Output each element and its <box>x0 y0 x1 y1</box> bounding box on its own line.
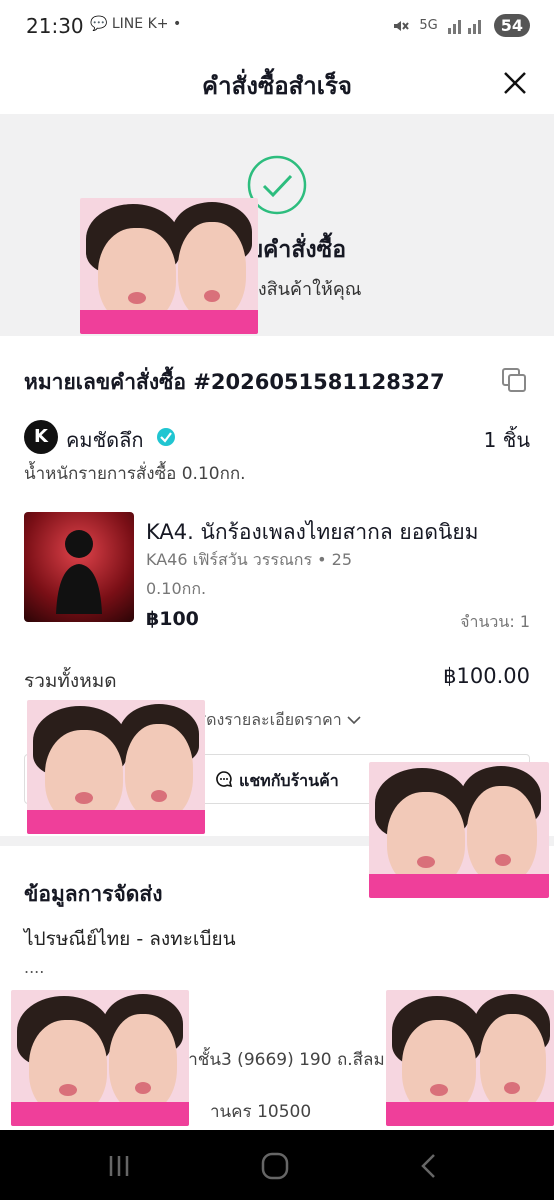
address-line-2: านคร 10500 <box>210 1102 312 1122</box>
notification-icons: 💬 LINE K+ • <box>90 16 182 32</box>
home-icon[interactable] <box>260 1152 290 1180</box>
battery-badge: 54 <box>493 14 530 37</box>
page-title: คำสั่งซื้อสำเร็จ <box>202 72 352 100</box>
face-sticker <box>11 990 189 1126</box>
order-weight: น้ำหนักรายการสั่งซื้อ 0.10กก. <box>24 464 246 484</box>
product-image[interactable] <box>24 512 134 622</box>
system-nav-bar <box>0 1130 554 1200</box>
product-weight: 0.10กก. <box>146 579 207 598</box>
price-detail-toggle[interactable]: แสดงรายละเอียดราคา <box>186 708 361 733</box>
product-name[interactable]: KA4. นักร้องเพลงไทยสากล ยอดนิยม <box>146 516 478 549</box>
face-sticker <box>369 762 549 898</box>
status-indicators: 5G 54 <box>391 14 530 37</box>
product-quantity: จำนวน: 1 <box>460 612 530 631</box>
address-line-1: งยาชั้น3 (9669) 190 ถ.สีลม <box>170 1050 385 1070</box>
product-price: ฿100 <box>146 608 199 630</box>
signal-icon <box>447 19 481 34</box>
order-number: หมายเลขคำสั่งซื้อ #2026051581128327 <box>24 370 445 394</box>
status-time: 21:30 <box>26 14 84 38</box>
status-bar: 21:30 💬 LINE K+ • 5G 54 <box>0 0 554 52</box>
shop-name: คมชัดลึก <box>66 428 144 452</box>
shop-avatar: K <box>24 420 58 454</box>
face-sticker <box>27 700 205 834</box>
total-value: ฿100.00 <box>443 664 530 688</box>
chat-bubble-icon <box>216 771 233 788</box>
copy-icon[interactable] <box>500 366 528 394</box>
face-sticker <box>386 990 554 1126</box>
person-silhouette-icon <box>56 530 102 614</box>
network-label: 5G <box>419 18 438 33</box>
close-icon[interactable] <box>502 70 528 96</box>
shipping-method: ไปรษณีย์ไทย - ลงทะเบียน <box>24 928 236 950</box>
mute-icon <box>394 20 410 31</box>
shipping-title: ข้อมูลการจัดส่ง <box>24 882 163 906</box>
recent-apps-icon[interactable] <box>104 1152 134 1180</box>
shipping-tracking: .... <box>24 958 45 977</box>
back-icon[interactable] <box>414 1152 444 1180</box>
chat-button-label: แชทกับร้านค้า <box>239 771 339 790</box>
total-label: รวมทั้งหมด <box>24 670 117 692</box>
price-detail-label: แสดงรายละเอียดราคา <box>186 710 342 729</box>
product-variant: KA46 เฟิร์สวัน วรรณกร • 25 <box>146 550 353 569</box>
shop-row[interactable]: K คมชัดลึก 1 ชิ้น <box>24 420 530 454</box>
verified-badge-icon <box>157 428 175 446</box>
face-sticker <box>80 198 258 334</box>
header: คำสั่งซื้อสำเร็จ <box>0 52 554 114</box>
chevron-down-icon <box>347 716 361 725</box>
item-count: 1 ชิ้น <box>483 428 530 452</box>
